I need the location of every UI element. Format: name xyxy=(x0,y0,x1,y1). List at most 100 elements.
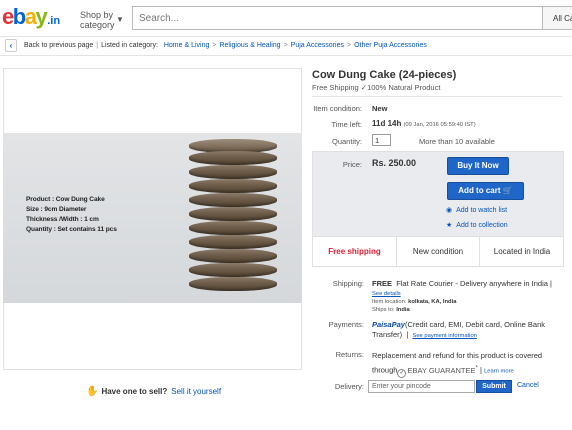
shop-by-label: Shop by xyxy=(80,10,114,20)
product-photo-caption: Product : Cow Dung Cake Size : 9cm Diame… xyxy=(26,195,117,235)
cake-disc xyxy=(189,165,277,179)
returns-value: Replacement and refund for this product … xyxy=(372,351,543,378)
logo-letter-a: a xyxy=(24,4,37,29)
cake-disc xyxy=(189,249,277,263)
caption-line: Quantity : Set contains 11 pcs xyxy=(26,226,117,233)
breadcrumb-home-living[interactable]: Home & Living xyxy=(164,42,210,49)
item-location-value: kolkata, KA, India xyxy=(408,299,457,305)
ebay-logo[interactable]: ebay.in xyxy=(2,6,60,32)
price-value: Rs. 250.00 xyxy=(372,158,417,168)
returns-label: Returns: xyxy=(335,350,364,359)
listing-title: Cow Dung Cake (24-pieces) xyxy=(312,69,457,81)
learn-more-link[interactable]: Learn more xyxy=(484,369,514,375)
caption-line: Thickness /Width : 1 cm xyxy=(26,216,99,223)
caption-line: Product : Cow Dung Cake xyxy=(26,196,105,203)
see-payment-info-link[interactable]: See payment information xyxy=(412,333,476,339)
free-shipping-badge: Free shipping xyxy=(313,237,397,267)
cake-disc xyxy=(189,235,277,249)
cake-disc xyxy=(189,151,277,165)
time-left-end-date: (09 Jan, 2016 05:59:40 IST) xyxy=(403,122,476,128)
shipping-free: FREE xyxy=(372,279,393,288)
ships-to-label: Ships to: xyxy=(372,307,395,313)
chevron-down-icon: ▼ xyxy=(116,15,124,24)
breadcrumb-puja-accessories[interactable]: Puja Accessories xyxy=(291,42,344,49)
quantity-input[interactable]: 1 xyxy=(372,134,391,146)
breadcrumb-other-puja-accessories[interactable]: Other Puja Accessories xyxy=(354,42,427,49)
shipping-label: Shipping: xyxy=(332,279,364,288)
cow-dung-cake-stack xyxy=(185,139,285,295)
cake-disc xyxy=(189,207,277,221)
breadcrumb-separator: | xyxy=(96,42,99,49)
add-to-cart-label: Add to cart xyxy=(458,186,501,195)
condition-value: New xyxy=(372,104,388,113)
cake-disc xyxy=(189,277,277,291)
cake-disc xyxy=(189,193,277,207)
price-label: Price: xyxy=(342,160,362,169)
time-left-label: Time left: xyxy=(331,120,362,129)
cake-disc xyxy=(189,179,277,193)
sell-it-yourself-link[interactable]: Sell it yourself xyxy=(171,387,221,396)
logo-letter-b: b xyxy=(12,4,26,29)
condition-label: Item condition: xyxy=(313,104,362,113)
search-input[interactable]: Search... xyxy=(132,6,542,30)
sell-prompt: ✋ Have one to sell? Sell it yourself xyxy=(86,386,221,397)
category-label: category xyxy=(80,20,115,30)
cake-disc xyxy=(189,263,277,277)
back-to-previous-link[interactable]: Back to previous page xyxy=(24,42,93,49)
breadcrumb-chevron: > xyxy=(212,42,217,49)
new-condition-badge: New condition xyxy=(397,237,480,267)
listed-in-label: Listed in category: xyxy=(101,42,158,49)
submit-button[interactable]: Submit xyxy=(476,380,512,393)
breadcrumb-religious-healing[interactable]: Religious & Healing xyxy=(219,42,280,49)
returns-policy-text: Replacement and refund for this product … xyxy=(372,351,543,360)
buy-it-now-button[interactable]: Buy It Now xyxy=(447,157,509,175)
ebay-guarantee-badge: ✓ EBAY GUARANTEE* xyxy=(397,364,478,378)
payments-value: PaisaPay(Credit card, EMI, Debit card, O… xyxy=(372,320,546,339)
ships-to-value: India xyxy=(396,307,410,313)
divider xyxy=(312,96,562,97)
collection-label: Add to collection xyxy=(456,222,508,229)
add-to-cart-button[interactable]: Add to cart 🛒 xyxy=(447,182,524,200)
breadcrumb-chevron: > xyxy=(283,42,288,49)
payment-methods: (Credit card, EMI, Debit card, Online Ba… xyxy=(404,320,546,329)
back-arrow-icon[interactable]: ‹ xyxy=(5,39,17,52)
shop-by-category-button[interactable]: Shop by category ▼ xyxy=(80,10,124,30)
paisapay-logo: PaisaPay xyxy=(372,320,405,329)
payment-methods-cont: Transfer) xyxy=(372,330,403,339)
pincode-input[interactable]: Enter your pincode xyxy=(368,380,475,393)
breadcrumb: Back to previous page | Listed in category… xyxy=(24,42,427,49)
logo-suffix: .in xyxy=(47,15,61,27)
quantity-label: Quantity: xyxy=(331,137,362,146)
item-location-label: Item location: xyxy=(372,299,407,305)
delivery-label: Delivery: xyxy=(334,382,364,391)
time-left-duration: 11d 14h xyxy=(372,119,402,128)
guarantee-label: EBAY GUARANTEE xyxy=(407,365,476,375)
feature-row: Free shipping New condition Located in I… xyxy=(312,237,564,267)
add-to-collection-link[interactable]: ★ Add to collection xyxy=(446,221,508,229)
cancel-link[interactable]: Cancel xyxy=(517,382,539,389)
payments-label: Payments: xyxy=(328,320,364,329)
category-select[interactable]: All Ca xyxy=(542,6,572,30)
shipping-method: Flat Rate Courier - Delivery anywhere in… xyxy=(396,279,552,288)
logo-letter-e: e xyxy=(2,4,14,29)
see-details-link[interactable]: See details xyxy=(372,291,401,297)
sell-question: Have one to sell? xyxy=(101,387,168,396)
add-to-watch-list-link[interactable]: ◉ Add to watch list xyxy=(446,206,507,214)
logo-letter-y: y xyxy=(35,4,47,29)
cart-icon: 🛒 xyxy=(502,186,513,195)
located-in-india-badge: Located in India xyxy=(493,247,551,256)
star-icon: ★ xyxy=(446,222,453,229)
availability-text: More than 10 available xyxy=(419,137,495,146)
returns-through: through xyxy=(372,365,398,375)
guarantee-icon: ✓ xyxy=(397,368,407,378)
eye-icon: ◉ xyxy=(446,207,453,214)
caption-line: Size : 9cm Diameter xyxy=(26,206,87,213)
hand-icon: ✋ xyxy=(86,386,99,397)
watch-list-label: Add to watch list xyxy=(456,207,508,214)
guarantee-trademark: * xyxy=(475,364,478,371)
breadcrumb-chevron: > xyxy=(346,42,352,49)
listing-subtitle: Free Shipping ✓100% Natural Product xyxy=(312,83,441,92)
time-left-value: 11d 14h (09 Jan, 2016 05:59:40 IST) xyxy=(372,119,476,128)
cake-disc xyxy=(189,221,277,235)
shipping-details: See details Item location: kolkata, KA, … xyxy=(372,290,456,314)
